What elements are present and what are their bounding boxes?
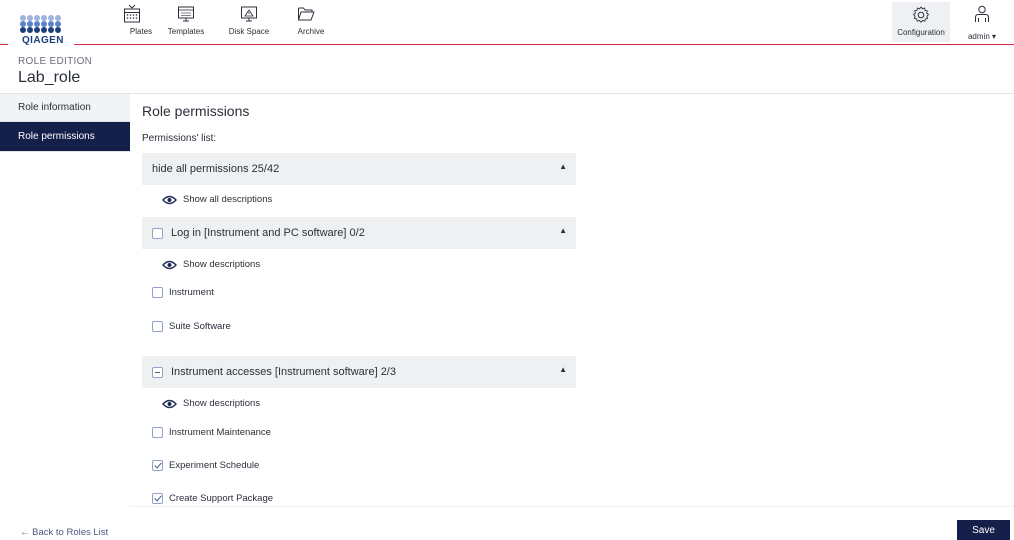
brand-divider-line — [0, 44, 1014, 45]
permission-checkbox[interactable] — [152, 287, 163, 298]
top-navigation-bar: QIAGEN Plates Templates Disk Space Archi… — [0, 0, 1014, 46]
permission-checkbox-checked[interactable] — [152, 493, 163, 504]
hide-all-permissions-label: hide all permissions 25/42 — [152, 163, 280, 175]
logo-dot — [34, 27, 40, 33]
caret-up-icon: ▲ — [559, 226, 567, 235]
hide-all-permissions-toggle[interactable]: hide all permissions 25/42 ▲ — [142, 153, 576, 185]
permission-item-label: Create Support Package — [169, 493, 274, 504]
sidebar-item-role-permissions[interactable]: Role permissions — [0, 122, 130, 152]
permissions-list-label: Permissions' list: — [142, 133, 217, 144]
eye-icon — [162, 260, 177, 270]
nav-templates-label: Templates — [167, 27, 205, 36]
nav-disk-space[interactable]: Disk Space — [224, 4, 274, 40]
show-descriptions-label: Show descriptions — [183, 398, 261, 409]
plates-icon — [124, 4, 140, 23]
permission-checkbox-checked[interactable] — [152, 460, 163, 471]
nav-plates[interactable]: Plates — [107, 4, 157, 40]
archive-folder-icon — [298, 7, 315, 21]
save-button[interactable]: Save — [957, 520, 1010, 540]
sidebar-item-role-information[interactable]: Role information — [0, 94, 130, 122]
logo-dot — [20, 27, 26, 33]
qiagen-logo[interactable]: QIAGEN — [8, 2, 74, 46]
nav-templates[interactable]: Templates — [161, 4, 211, 40]
user-menu-label: admin ▾ — [967, 32, 997, 41]
page-title: Role permissions — [142, 103, 250, 119]
permission-group-instrument-accesses[interactable]: Instrument accesses [Instrument software… — [142, 356, 576, 388]
nav-configuration[interactable]: Configuration — [892, 2, 950, 42]
permission-checkbox[interactable] — [152, 321, 163, 332]
sidebar: Role information Role permissions — [0, 94, 130, 152]
caret-up-icon: ▲ — [559, 162, 567, 171]
logo-dot — [41, 27, 47, 33]
user-icon — [975, 5, 989, 22]
permission-group-log-in[interactable]: Log in [Instrument and PC software] 0/2 … — [142, 217, 576, 249]
permission-checkbox[interactable] — [152, 427, 163, 438]
section-label: ROLE EDITION — [18, 56, 93, 67]
disk-space-icon — [241, 6, 257, 22]
logo-dot — [27, 27, 33, 33]
role-name: Lab_role — [18, 69, 81, 86]
footer-divider — [130, 506, 1014, 507]
nav-configuration-label: Configuration — [897, 28, 945, 37]
back-to-roles-link[interactable]: ← Back to Roles List — [20, 527, 108, 538]
nav-archive[interactable]: Archive — [286, 4, 336, 40]
permission-group-label: Instrument accesses [Instrument software… — [171, 366, 396, 378]
logo-dot — [55, 27, 61, 33]
nav-disk-space-label: Disk Space — [228, 27, 270, 36]
permission-item-label: Suite Software — [169, 321, 231, 332]
show-all-descriptions-label: Show all descriptions — [183, 194, 273, 205]
permission-group-label: Log in [Instrument and PC software] 0/2 — [171, 227, 365, 239]
permission-item-label: Instrument — [169, 287, 214, 298]
gear-icon — [913, 6, 929, 23]
caret-up-icon: ▲ — [559, 365, 567, 374]
logo-dot — [48, 27, 54, 33]
nav-archive-label: Archive — [297, 27, 325, 36]
eye-icon — [162, 195, 177, 205]
show-descriptions-label: Show descriptions — [183, 259, 261, 270]
permission-item-label: Instrument Maintenance — [169, 427, 271, 438]
templates-icon — [178, 6, 194, 22]
permission-item-label: Experiment Schedule — [169, 460, 260, 471]
logo-text: QIAGEN — [20, 35, 66, 46]
eye-icon — [162, 399, 177, 409]
group-checkbox-log-in[interactable] — [152, 228, 163, 239]
nav-plates-label: Plates — [129, 27, 153, 36]
header-divider — [0, 93, 1014, 94]
group-checkbox-instrument-accesses[interactable] — [152, 367, 163, 378]
user-menu[interactable]: admin ▾ — [962, 4, 1002, 41]
